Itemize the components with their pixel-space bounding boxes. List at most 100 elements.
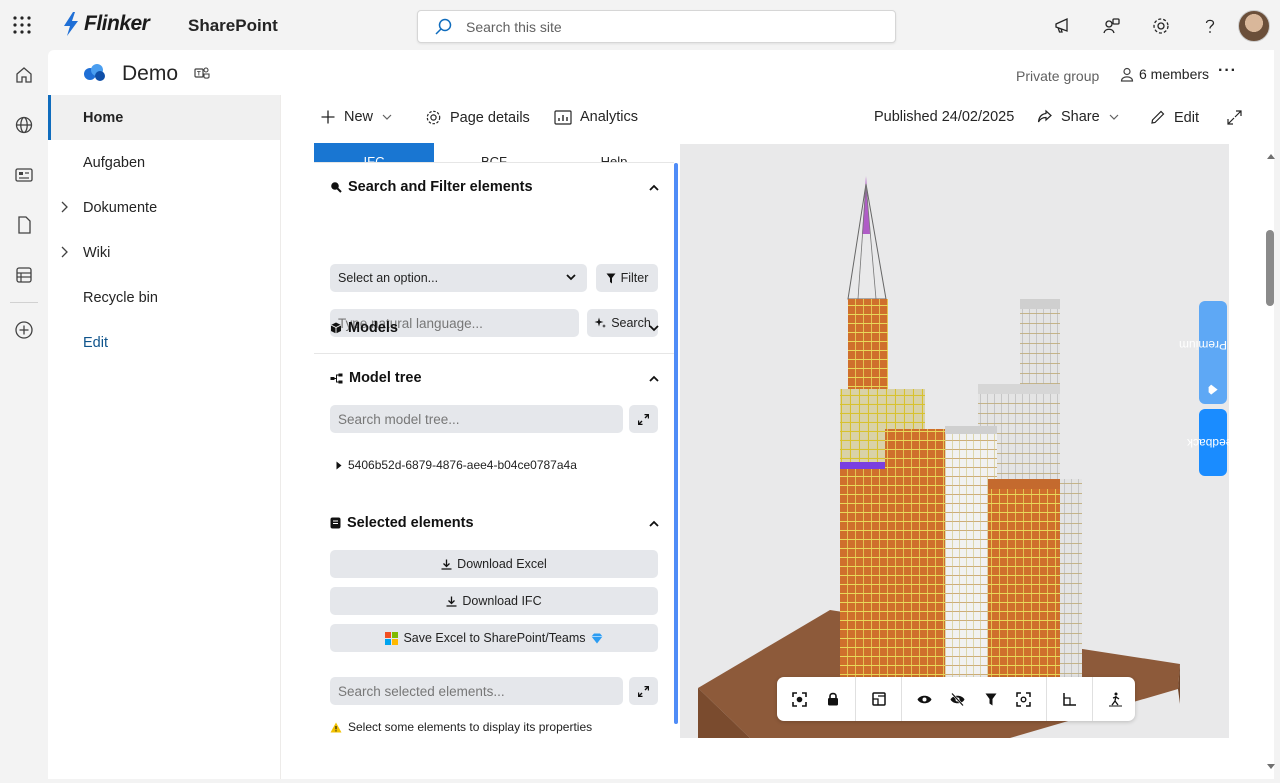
chevron-up-icon[interactable] — [648, 374, 660, 383]
edit-page-button[interactable]: Edit — [1149, 109, 1199, 126]
chevron-right-icon[interactable] — [59, 200, 69, 214]
globe-icon[interactable] — [0, 100, 48, 150]
nav-item-aufgaben[interactable]: Aufgaben — [48, 140, 280, 185]
focus-icon[interactable] — [783, 677, 816, 721]
expand-tree-button[interactable] — [629, 405, 658, 433]
toolbar-group-visibility — [902, 677, 1047, 721]
scroll-up-icon[interactable] — [1266, 152, 1276, 160]
brand-logo[interactable]: Flinker — [62, 12, 150, 36]
chevron-up-icon[interactable] — [648, 183, 660, 192]
nav-item-label: Edit — [83, 334, 108, 351]
microsoft-logo-icon — [385, 631, 399, 645]
file-icon[interactable] — [0, 200, 48, 250]
search-input[interactable] — [466, 18, 846, 35]
list-icon[interactable] — [0, 250, 48, 300]
model-tree-search-input[interactable] — [330, 405, 623, 433]
site-search[interactable] — [417, 10, 896, 43]
try-premium-tab[interactable]: Try Premium — [1179, 301, 1247, 404]
selected-elements-search-input[interactable] — [330, 677, 623, 705]
feedback-tab[interactable]: Feedback — [1187, 409, 1239, 476]
user-avatar[interactable] — [1238, 10, 1270, 42]
lock-icon[interactable] — [816, 677, 849, 721]
tab-label: Help — [600, 154, 628, 162]
app-bar — [0, 50, 48, 783]
nav-edit-link[interactable]: Edit — [48, 320, 280, 365]
chevron-right-icon[interactable] — [59, 245, 69, 259]
panel-scrollbar[interactable] — [674, 163, 678, 724]
panel-tabs: IFC BCF Help — [314, 143, 674, 162]
ifc-panel: IFC BCF Help Search and Filter elements … — [314, 143, 678, 743]
help-icon[interactable] — [1185, 9, 1234, 43]
svg-text:T: T — [197, 72, 201, 78]
nav-item-recycle-bin[interactable]: Recycle bin — [48, 275, 280, 320]
new-button[interactable]: New — [320, 109, 393, 125]
filter-button[interactable]: Filter — [596, 264, 658, 292]
more-options-icon[interactable]: ··· — [1218, 62, 1237, 80]
scrollbar-thumb[interactable] — [1266, 230, 1274, 306]
tab-bcf[interactable]: BCF — [434, 143, 554, 162]
ruler-icon[interactable] — [1053, 677, 1086, 721]
chevron-down-icon[interactable] — [648, 324, 660, 333]
app-launcher-icon[interactable] — [12, 15, 32, 35]
scroll-down-icon[interactable] — [1266, 763, 1276, 771]
eye-off-icon[interactable] — [941, 677, 974, 721]
selection-hint: Select some elements to display its prop… — [330, 720, 592, 734]
site-title[interactable]: Demo — [122, 62, 178, 86]
search-label: Search — [611, 316, 651, 330]
caret-right-icon[interactable] — [336, 461, 342, 470]
download-ifc-button[interactable]: Download IFC — [330, 587, 658, 615]
members-button[interactable]: 6 members — [1120, 66, 1209, 82]
page-scrollbar[interactable] — [1262, 50, 1280, 779]
walk-mode-icon[interactable] — [1099, 677, 1132, 721]
models-header-row[interactable]: Models — [330, 320, 398, 336]
eye-icon[interactable] — [908, 677, 941, 721]
app-bar-separator — [10, 302, 38, 303]
site-header: Demo T Private group 6 members ··· — [48, 50, 1274, 95]
search-icon — [435, 18, 452, 35]
download-excel-button[interactable]: Download Excel — [330, 550, 658, 578]
home-icon[interactable] — [0, 50, 48, 100]
add-circle-icon[interactable] — [0, 305, 48, 355]
page-details-button[interactable]: Page details — [425, 109, 530, 126]
ifc-3d-viewer[interactable] — [680, 144, 1229, 738]
group-privacy: Private group — [1016, 68, 1100, 84]
expand-icon[interactable] — [1226, 109, 1243, 126]
nav-item-home[interactable]: Home — [48, 95, 280, 140]
tab-ifc[interactable]: IFC — [314, 143, 434, 162]
model-tree-header[interactable]: Model tree — [330, 370, 422, 386]
analytics-button[interactable]: Analytics — [554, 109, 638, 125]
app-name[interactable]: SharePoint — [188, 16, 278, 36]
download-icon — [441, 559, 452, 570]
expand-selected-button[interactable] — [629, 677, 658, 705]
nav-item-label: Dokumente — [83, 199, 158, 216]
share-icon — [1037, 109, 1052, 123]
settings-gear-icon[interactable] — [1136, 9, 1185, 43]
teams-icon[interactable]: T — [194, 66, 210, 80]
selection-hint-label: Select some elements to display its prop… — [348, 720, 593, 734]
expand-arrows-icon — [638, 685, 649, 697]
filter-select[interactable]: Select an option... — [330, 264, 587, 292]
isolate-icon[interactable] — [1007, 677, 1040, 721]
toolbar-group-walk — [1093, 677, 1138, 721]
filter-icon[interactable] — [974, 677, 1007, 721]
floor-plan-icon[interactable] — [862, 677, 895, 721]
search-filter-header[interactable]: Search and Filter elements — [330, 179, 533, 195]
share-button[interactable]: Share — [1036, 109, 1120, 125]
site-logo-icon[interactable] — [82, 63, 108, 83]
selected-elements-header[interactable]: Selected elements — [330, 515, 474, 531]
sparkle-icon — [594, 317, 607, 328]
chevron-up-icon[interactable] — [648, 519, 660, 528]
news-icon[interactable] — [0, 150, 48, 200]
tree-node[interactable]: 5406b52d-6879-4876-aee4-b04ce0787a4a — [336, 458, 577, 472]
announcement-icon[interactable] — [1038, 9, 1087, 43]
nav-item-dokumente[interactable]: Dokumente — [48, 185, 280, 230]
activity-icon[interactable] — [1087, 9, 1136, 43]
site-navigation: Home Aufgaben Dokumente Wiki Recycle bin… — [48, 95, 281, 779]
save-excel-button[interactable]: Save Excel to SharePoint/Teams — [330, 624, 658, 652]
nav-item-wiki[interactable]: Wiki — [48, 230, 280, 275]
tab-divider — [314, 162, 674, 163]
share-label: Share — [1061, 109, 1100, 125]
tab-help[interactable]: Help — [554, 143, 674, 162]
new-label: New — [344, 109, 374, 125]
tree-node-label: 5406b52d-6879-4876-aee4-b04ce0787a4a — [348, 458, 577, 472]
